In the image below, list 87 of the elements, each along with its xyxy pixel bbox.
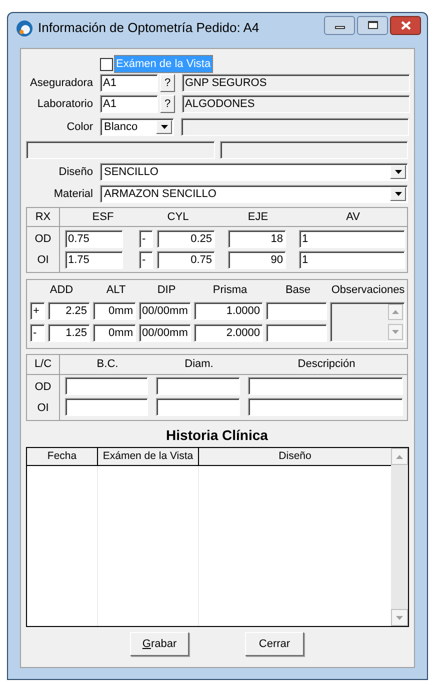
input-field[interactable] [181, 118, 409, 136]
input-field[interactable] [65, 377, 148, 395]
maximize-icon [368, 21, 378, 29]
up-arrow-icon [396, 454, 403, 458]
close-button[interactable] [390, 16, 421, 34]
field-label: Diseño [58, 164, 93, 180]
checkbox[interactable] [100, 58, 113, 70]
name-field[interactable]: GNP SEGUROS [182, 74, 410, 92]
column-header[interactable]: Diseño [199, 448, 391, 465]
column-header: RX [27, 208, 60, 226]
column-header: B.C. [96, 357, 120, 372]
input-field[interactable] [156, 398, 240, 416]
code-field[interactable]: A1 [100, 95, 158, 113]
column-header: Observaciones [330, 282, 406, 298]
dropdown[interactable]: ARMAZON SENCILLO [100, 185, 408, 203]
column-header: ESF [91, 210, 115, 225]
column-header[interactable]: Exámen de la Vista [98, 448, 199, 465]
input-field[interactable]: 1 [299, 230, 405, 248]
lookup-button[interactable]: ? [160, 95, 175, 113]
dialog-button[interactable]: Cerrar [245, 632, 304, 656]
sign-field[interactable]: - [139, 251, 153, 269]
name-field[interactable]: ALGODONES [182, 95, 410, 113]
input-field[interactable] [248, 398, 403, 416]
row-label: OD [34, 380, 52, 395]
input-field[interactable] [266, 324, 327, 342]
column-header: CYL [166, 210, 190, 225]
up-arrow-icon [392, 310, 399, 314]
input-field[interactable]: 0.25 [157, 230, 215, 248]
input-field[interactable]: 90 [228, 251, 286, 269]
down-arrow-icon [394, 192, 402, 196]
input-field[interactable]: 2.25 [48, 302, 90, 320]
input-field[interactable] [65, 398, 148, 416]
down-arrow-icon [396, 616, 403, 620]
close-icon [400, 20, 410, 30]
column-header: AV [345, 210, 361, 225]
row-label: OI [37, 400, 49, 416]
dialog-button[interactable]: Grabar [130, 632, 189, 656]
column-header: Base [284, 282, 312, 298]
down-arrow-icon [392, 330, 399, 334]
column-header: Prisma [212, 282, 248, 298]
column-header: ALT [105, 282, 127, 298]
sign-field[interactable]: - [30, 324, 45, 342]
input-field[interactable] [26, 141, 215, 159]
window-title: Información de Optometría Pedido: A4 [38, 19, 260, 38]
scrollbar[interactable] [391, 448, 408, 626]
dropdown[interactable]: Blanco [100, 118, 174, 136]
field-label: Material [52, 186, 93, 202]
down-arrow-icon [394, 170, 402, 174]
minimize-icon [334, 26, 344, 29]
input-field[interactable]: 1.25 [48, 324, 90, 342]
minimize-button[interactable] [324, 16, 355, 34]
input-field[interactable] [248, 377, 403, 395]
field-label: Color [66, 120, 93, 135]
input-field[interactable]: 0mm [93, 302, 136, 320]
input-field[interactable]: 2.0000 [194, 324, 263, 342]
input-field[interactable] [266, 302, 327, 320]
column-header: Descripción [296, 357, 356, 372]
row-label: OD [34, 232, 52, 247]
sign-field[interactable]: + [30, 302, 45, 320]
column-header: EJE [246, 210, 270, 225]
input-field[interactable]: 0mm [93, 324, 136, 342]
field-label: Laboratorio [36, 96, 93, 112]
lookup-button[interactable]: ? [160, 74, 175, 92]
down-arrow-icon [160, 125, 168, 129]
code-field[interactable]: A1 [100, 74, 158, 92]
input-field[interactable] [220, 141, 408, 159]
sign-field[interactable]: - [139, 230, 153, 248]
input-field[interactable]: 00/00mm [139, 324, 191, 342]
section-title: Historia Clínica [165, 426, 269, 445]
dropdown[interactable]: SENCILLO [100, 163, 408, 181]
column-header: DIP [156, 282, 177, 298]
app-icon [16, 20, 33, 36]
input-field[interactable]: 1.0000 [194, 302, 263, 320]
column-header: Diam. [184, 357, 214, 372]
input-field[interactable]: 1.75 [65, 251, 123, 269]
input-field[interactable] [156, 377, 240, 395]
input-field[interactable]: 00/00mm [139, 302, 191, 320]
input-field[interactable]: 0.75 [157, 251, 215, 269]
maximize-button[interactable] [357, 16, 388, 34]
input-field[interactable]: 0.75 [65, 230, 123, 248]
input-field[interactable]: 18 [228, 230, 286, 248]
column-header: ADD [48, 282, 74, 298]
input-field[interactable]: 1 [299, 251, 405, 269]
row-label: OI [37, 252, 49, 268]
column-header: L/C [27, 355, 60, 374]
column-header[interactable]: Fecha [27, 448, 98, 465]
field-label: Aseguradora [29, 76, 93, 91]
